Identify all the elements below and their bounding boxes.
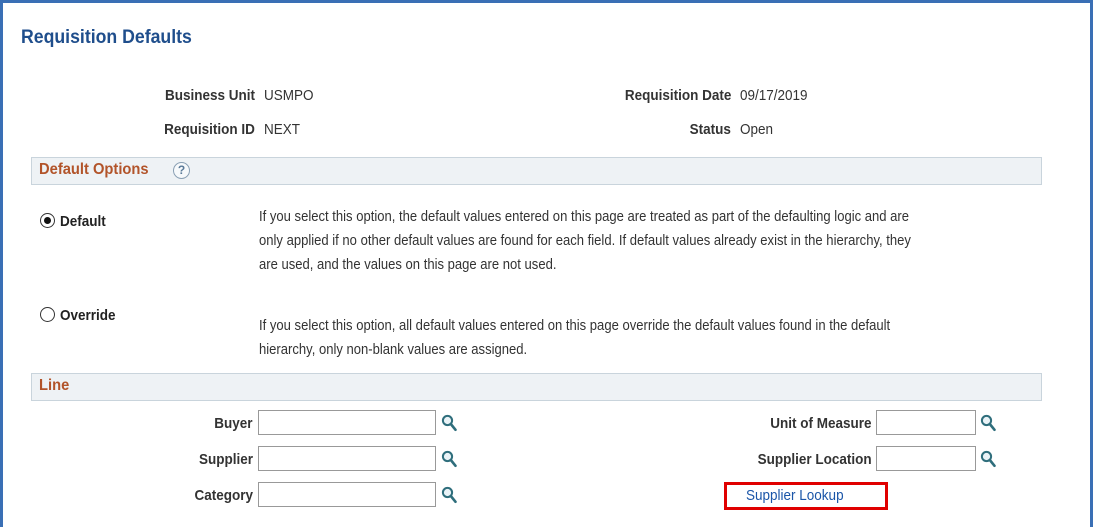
business-unit-label: Business Unit [164, 87, 255, 104]
requisition-date-value: 09/17/2019 [740, 87, 808, 104]
description-line: only applied if no other default values … [259, 233, 911, 249]
supplier-lookup-highlight: Supplier Lookup [724, 482, 888, 510]
override-option-description: If you select this option, all default v… [259, 314, 1049, 362]
supplier-location-input[interactable] [876, 446, 976, 471]
supplier-location-lookup-icon[interactable] [980, 450, 996, 468]
default-radio[interactable] [40, 213, 55, 228]
help-icon[interactable]: ? [173, 162, 190, 179]
default-radio-label[interactable]: Default [60, 213, 106, 230]
description-line: hierarchy, only non-blank values are ass… [259, 342, 528, 358]
buyer-lookup-icon[interactable] [441, 414, 457, 432]
requisition-id-value: NEXT [264, 121, 301, 138]
category-lookup-icon[interactable] [441, 486, 457, 504]
page-title: Requisition Defaults [21, 27, 192, 48]
supplier-lookup-icon[interactable] [441, 450, 457, 468]
requisition-date-label: Requisition Date [624, 87, 731, 104]
override-radio-label[interactable]: Override [60, 307, 116, 324]
override-radio[interactable] [40, 307, 55, 322]
category-label: Category [194, 487, 253, 504]
unit-of-measure-label: Unit of Measure [770, 415, 872, 432]
default-options-title: Default Options [39, 161, 149, 178]
status-label: Status [689, 121, 731, 138]
description-line: If you select this option, the default v… [259, 209, 910, 225]
supplier-label: Supplier [198, 451, 253, 468]
default-option-description: If you select this option, the default v… [259, 205, 1049, 277]
category-input[interactable] [258, 482, 436, 507]
requisition-id-label: Requisition ID [164, 121, 255, 138]
status-value: Open [740, 121, 774, 138]
buyer-label: Buyer [214, 415, 253, 432]
description-line: If you select this option, all default v… [259, 318, 891, 334]
line-section-header: Line [31, 373, 1042, 401]
default-options-section-header: Default Options ? [31, 157, 1042, 185]
buyer-input[interactable] [258, 410, 436, 435]
unit-of-measure-input[interactable] [876, 410, 976, 435]
line-title: Line [39, 377, 70, 394]
supplier-lookup-link[interactable]: Supplier Lookup [746, 487, 844, 504]
unit-of-measure-lookup-icon[interactable] [980, 414, 996, 432]
supplier-input[interactable] [258, 446, 436, 471]
supplier-location-label: Supplier Location [757, 451, 872, 468]
business-unit-value: USMPO [264, 87, 314, 104]
description-line: are used, and the values on this page ar… [259, 257, 557, 273]
